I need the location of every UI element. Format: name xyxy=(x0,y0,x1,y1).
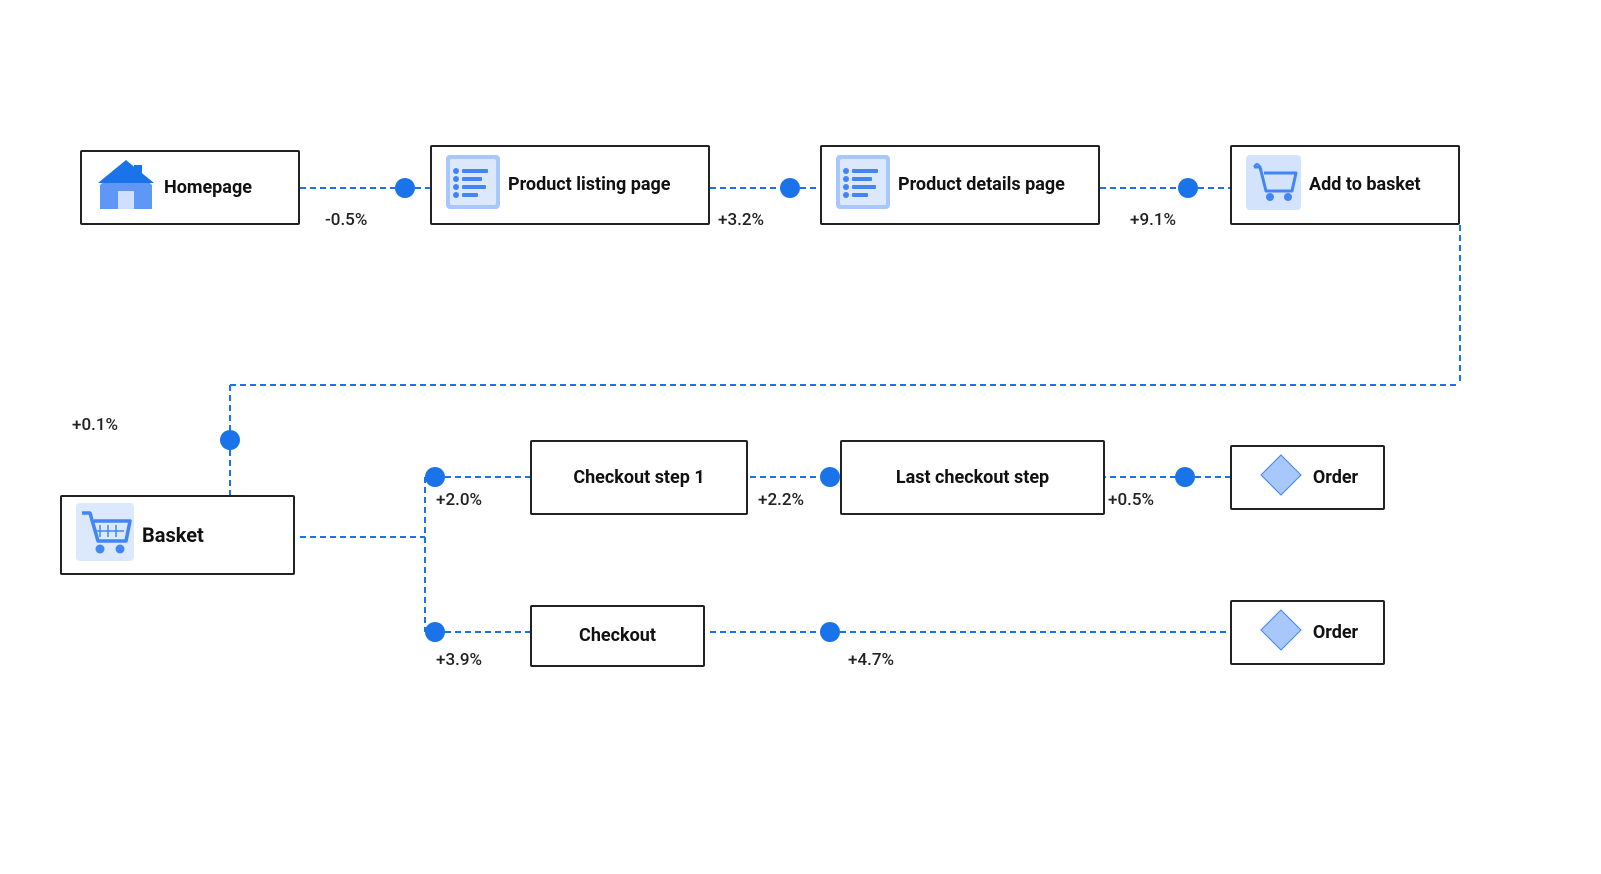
checkout-label: Checkout xyxy=(579,625,656,647)
diamond-icon-2 xyxy=(1257,606,1305,660)
product-details-label: Product details page xyxy=(898,174,1065,196)
order1-node: Order xyxy=(1230,445,1385,510)
dot-basket-cs1 xyxy=(425,467,445,487)
pct-basket-checkout: +3.9% xyxy=(436,650,482,670)
order2-node: Order xyxy=(1230,600,1385,665)
pct-hp-plp: -0.5% xyxy=(325,210,367,230)
product-listing-node: Product listing page xyxy=(430,145,710,225)
cart-icon-atb xyxy=(1246,155,1301,216)
product-listing-label: Product listing page xyxy=(508,174,670,196)
product-details-node: Product details page xyxy=(820,145,1100,225)
basket-label: Basket xyxy=(142,523,204,547)
add-to-basket-label: Add to basket xyxy=(1309,174,1421,196)
homepage-label: Homepage xyxy=(164,177,252,199)
house-icon xyxy=(96,155,156,221)
dot-plp-pdp xyxy=(780,178,800,198)
list-icon-pdp xyxy=(836,155,890,215)
dot-basket-checkout xyxy=(425,622,445,642)
pct-pdp-atb: +9.1% xyxy=(1130,210,1176,230)
diagram-container: Homepage Product listing page xyxy=(0,0,1601,874)
list-icon-plp xyxy=(446,155,500,215)
order2-label: Order xyxy=(1313,622,1358,644)
homepage-node: Homepage xyxy=(80,150,300,225)
pct-lcs-order1: +0.5% xyxy=(1108,490,1154,510)
cart-icon-basket xyxy=(76,503,134,567)
dot-cs1-lcs xyxy=(820,467,840,487)
pct-checkout-order2: +4.7% xyxy=(848,650,894,670)
dot-pdp-atb xyxy=(1178,178,1198,198)
dot-checkout-order2 xyxy=(820,622,840,642)
last-checkout-label: Last checkout step xyxy=(896,467,1049,489)
basket-node: Basket xyxy=(60,495,295,575)
checkout-node: Checkout xyxy=(530,605,705,667)
dot-lcs-order1 xyxy=(1175,467,1195,487)
order1-label: Order xyxy=(1313,467,1358,489)
dot-hp-plp xyxy=(395,178,415,198)
dot-basket-left xyxy=(220,430,240,450)
last-checkout-node: Last checkout step xyxy=(840,440,1105,515)
add-to-basket-node: Add to basket xyxy=(1230,145,1460,225)
checkout-step1-label: Checkout step 1 xyxy=(573,467,704,489)
pct-cs1-lcs: +2.2% xyxy=(758,490,804,510)
pct-plp-pdp: +3.2% xyxy=(718,210,764,230)
connectors-svg xyxy=(0,0,1601,874)
diamond-icon-1 xyxy=(1257,451,1305,505)
checkout-step1-node: Checkout step 1 xyxy=(530,440,748,515)
pct-basket-cs1: +2.0% xyxy=(436,490,482,510)
pct-atb-basket: +0.1% xyxy=(72,415,118,435)
